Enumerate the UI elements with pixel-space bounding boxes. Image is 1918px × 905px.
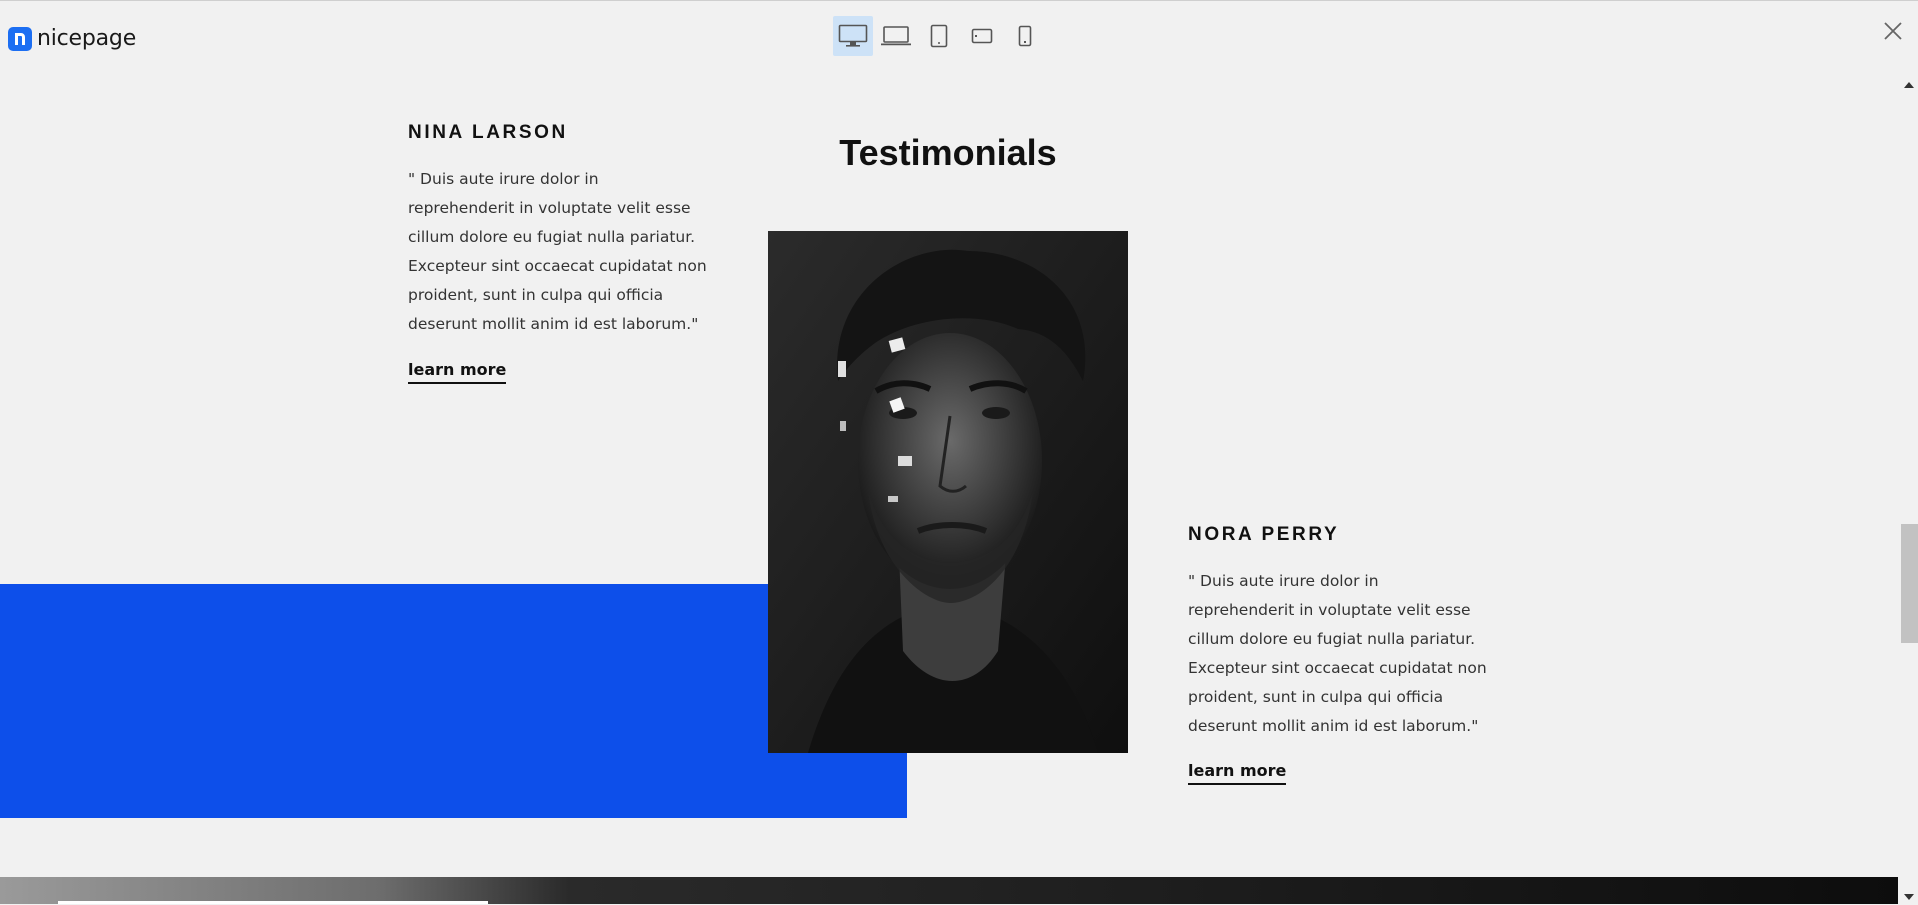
scroll-up-arrow[interactable] [1903,74,1915,93]
tablet-icon [930,24,948,48]
desktop-view-button[interactable] [833,16,873,56]
testimonial-quote: " Duis aute irure dolor in reprehenderit… [408,170,707,333]
tablet-view-button[interactable] [919,16,959,56]
scrollbar-thumb[interactable] [1901,524,1918,643]
nicepage-logo[interactable]: nicepage [8,26,136,51]
laptop-view-button[interactable] [876,16,916,56]
next-section-image-strip [0,877,1898,904]
triangle-down-icon [1904,894,1914,900]
testimonial-name: NORA PERRY [1188,524,1340,545]
testimonial-quote: " Duis aute irure dolor in reprehenderit… [1188,572,1487,735]
learn-more-link[interactable]: learn more [1188,761,1287,785]
phone-portrait-view-button[interactable] [1005,16,1045,56]
phone-landscape-icon [971,28,993,44]
testimonial-portrait-image [768,231,1128,753]
desktop-icon [838,24,868,47]
scroll-down-arrow[interactable] [1903,886,1915,905]
triangle-up-icon [1904,82,1914,88]
phone-portrait-icon [1018,25,1032,47]
phone-landscape-view-button[interactable] [962,16,1002,56]
portrait-illustration [768,231,1128,753]
close-icon [1884,22,1902,40]
logo-text: nicepage [37,26,137,51]
close-button[interactable] [1880,18,1906,44]
top-border [0,0,1918,1]
section-title: Testimonials [839,132,1057,173]
device-switcher [833,16,1048,56]
laptop-icon [881,26,911,46]
learn-more-link[interactable]: learn more [408,360,507,384]
logo-mark-icon [8,26,32,51]
testimonial-name: NINA LARSON [408,122,568,143]
